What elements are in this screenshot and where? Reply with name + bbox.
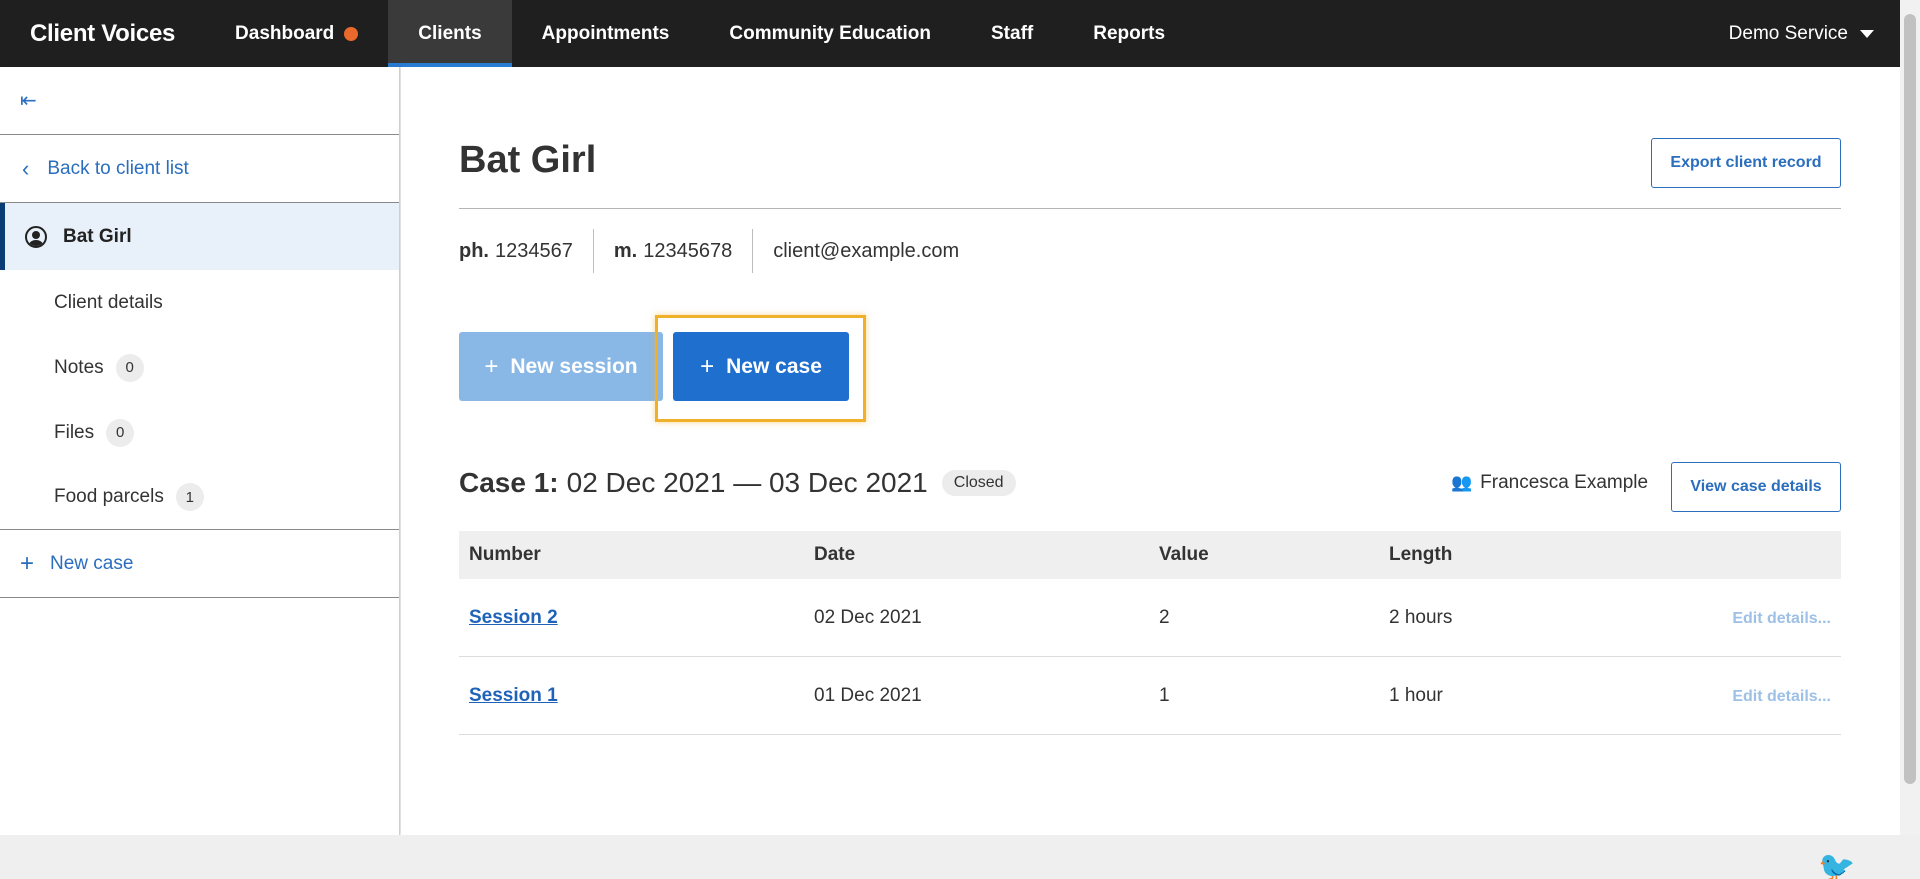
count-badge: 0 — [115, 353, 144, 382]
session-link[interactable]: Session 2 — [469, 607, 558, 628]
mobile-label: m. — [613, 239, 638, 262]
session-cell: Session 1 — [459, 685, 804, 707]
mobile-value: 12345678 — [643, 239, 733, 262]
count-badge: 0 — [106, 418, 135, 447]
email-value: client@example.com — [773, 239, 960, 262]
sidebar-new-case-label: New case — [50, 552, 134, 574]
chevron-left-icon: ‹ — [22, 155, 30, 181]
case-worker: 👥 Francesca Example — [1451, 472, 1648, 494]
table-header: Number Date Value Length — [459, 531, 1841, 579]
count-badge: 1 — [175, 483, 204, 511]
page-title: Bat Girl — [459, 139, 597, 181]
email-field: client@example.com — [752, 229, 979, 273]
edit-details-link[interactable]: Edit details... — [1732, 688, 1831, 705]
phone-value: 1234567 — [495, 239, 573, 262]
nav-dashboard[interactable]: Dashboard — [205, 0, 388, 67]
nav-dashboard-label: Dashboard — [235, 22, 335, 44]
new-case-label: New case — [726, 354, 822, 378]
date-cell: 02 Dec 2021 — [814, 606, 922, 628]
session-cell: Session 2 — [459, 607, 804, 629]
value-cell: 2 — [1159, 606, 1170, 628]
phone-field: ph. 1234567 — [459, 229, 593, 273]
sidebar: ⇤ ‹ Back to client list Bat Girl Client … — [0, 67, 400, 835]
nav-community-education[interactable]: Community Education — [699, 0, 961, 67]
back-to-client-list-link[interactable]: ‹ Back to client list — [0, 135, 399, 203]
scrollbar-thumb[interactable] — [1904, 14, 1916, 784]
actions-cell: Edit details... — [1679, 685, 1841, 707]
sessions-table: Number Date Value Length Session 2 02 De… — [459, 531, 1841, 735]
sidebar-item-label: Notes — [54, 356, 104, 378]
mobile-field: m. 12345678 — [592, 229, 752, 273]
back-label: Back to client list — [47, 157, 189, 179]
user-circle-icon — [25, 225, 47, 248]
sidebar-item-client[interactable]: Bat Girl — [0, 203, 399, 270]
top-navigation: Client Voices Dashboard Clients Appointm… — [0, 0, 1900, 67]
sidebar-client-name: Bat Girl — [63, 225, 132, 247]
page-scrollbar[interactable] — [1900, 0, 1920, 835]
new-session-button[interactable]: + New session — [459, 332, 663, 401]
new-case-button[interactable]: + New case — [673, 332, 849, 401]
sidebar-item-label: Files — [54, 421, 95, 443]
phone-label: ph. — [459, 239, 489, 262]
sidebar-item-files[interactable]: Files 0 — [0, 400, 399, 465]
bird-mascot-icon: 🐦 — [1818, 851, 1856, 879]
plus-icon: + — [20, 549, 35, 577]
divider — [459, 208, 1841, 209]
nav-appointments[interactable]: Appointments — [512, 0, 700, 67]
new-session-label: New session — [510, 354, 638, 378]
notification-dot-icon — [344, 26, 359, 41]
table-row: Session 1 01 Dec 2021 1 1 hour Edit deta… — [459, 657, 1841, 735]
table-row: Session 2 02 Dec 2021 2 2 hours Edit det… — [459, 579, 1841, 657]
column-header-date: Date — [814, 544, 856, 565]
collapse-sidebar-button[interactable]: ⇤ — [0, 67, 399, 135]
footer-bar — [0, 835, 1920, 879]
session-link[interactable]: Session 1 — [469, 685, 558, 706]
nav-staff[interactable]: Staff — [961, 0, 1063, 67]
column-header-number: Number — [469, 544, 541, 565]
case-heading: Case 1: 02 Dec 2021 — 03 Dec 2021 Closed — [459, 467, 1016, 499]
sidebar-item-client-details[interactable]: Client details — [0, 270, 399, 335]
service-selector[interactable]: Demo Service — [1729, 0, 1900, 67]
sidebar-item-label: Food parcels — [54, 486, 164, 507]
date-cell: 01 Dec 2021 — [814, 684, 922, 706]
plus-icon: + — [700, 352, 715, 380]
caret-down-icon — [1860, 29, 1874, 38]
length-cell: 2 hours — [1389, 606, 1453, 628]
view-case-details-button[interactable]: View case details — [1671, 462, 1841, 512]
users-icon: 👥 — [1451, 473, 1473, 492]
sidebar-new-case-link[interactable]: + New case — [0, 530, 399, 598]
collapse-left-icon: ⇤ — [20, 90, 37, 112]
case-dates: 02 Dec 2021 — 03 Dec 2021 — [566, 467, 928, 498]
actions-cell: Edit details... — [1679, 607, 1841, 629]
column-header-length: Length — [1389, 544, 1453, 565]
brand-logo[interactable]: Client Voices — [0, 0, 205, 67]
sidebar-item-food-parcels[interactable]: Food parcels 1 — [0, 465, 399, 530]
length-cell: 1 hour — [1389, 684, 1443, 706]
nav-clients[interactable]: Clients — [388, 0, 513, 67]
plus-icon: + — [484, 352, 499, 380]
sidebar-item-label: Client details — [54, 291, 163, 313]
service-label: Demo Service — [1728, 22, 1848, 44]
value-cell: 1 — [1159, 684, 1170, 706]
contact-info: ph. 1234567 m. 12345678 client@example.c… — [459, 229, 979, 273]
export-client-record-button[interactable]: Export client record — [1651, 138, 1841, 188]
column-header-value: Value — [1159, 544, 1209, 565]
status-badge: Closed — [941, 470, 1016, 496]
case-worker-name: Francesca Example — [1480, 472, 1649, 493]
main-content: Bat Girl Export client record ph. 123456… — [401, 67, 1900, 835]
sidebar-item-notes[interactable]: Notes 0 — [0, 335, 399, 400]
case-label: Case 1: — [459, 467, 559, 498]
edit-details-link[interactable]: Edit details... — [1732, 610, 1831, 627]
nav-reports[interactable]: Reports — [1063, 0, 1195, 67]
